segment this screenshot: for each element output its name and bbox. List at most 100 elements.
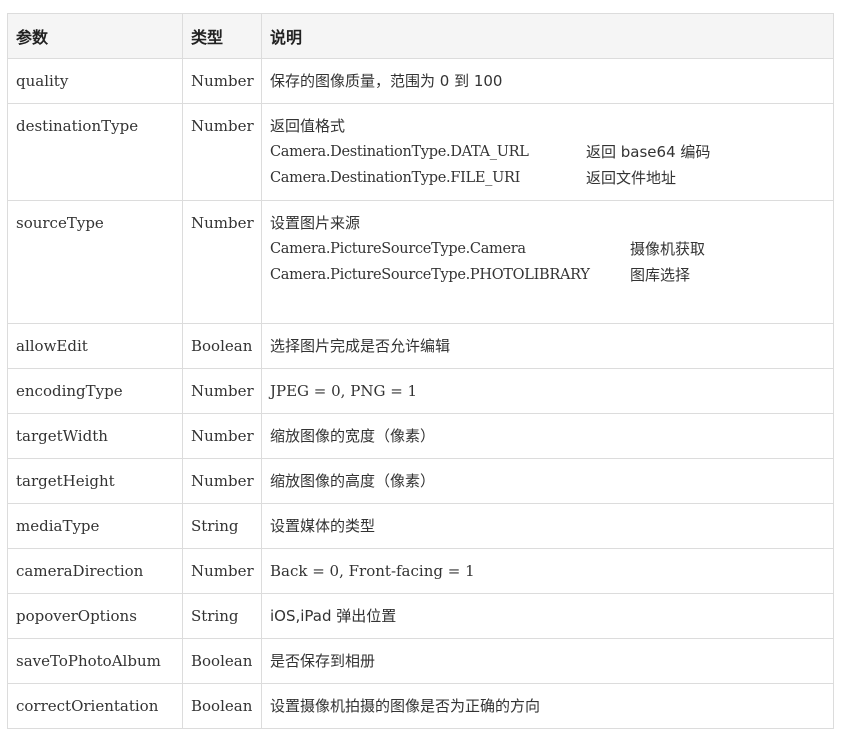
param-cell: allowEdit: [7, 323, 183, 369]
table-row: targetHeight Number 缩放图像的高度（像素）: [7, 458, 834, 504]
param-cell: destinationType: [7, 103, 183, 201]
param-name: destinationType: [16, 117, 139, 135]
option-text: 返回 base64 编码: [586, 143, 711, 161]
desc-cell: JPEG = 0, PNG = 1: [261, 368, 834, 414]
param-name: targetHeight: [16, 472, 115, 490]
param-cell: popoverOptions: [7, 593, 183, 639]
type-cell: Boolean: [182, 323, 262, 369]
option-line: Camera.PictureSourceType.PHOTOLIBRARY 图库…: [270, 262, 833, 288]
param-desc: 设置媒体的类型: [270, 517, 376, 535]
option-code: Camera.PictureSourceType.Camera: [270, 241, 526, 257]
type-cell: Boolean: [182, 683, 262, 729]
param-name: cameraDirection: [16, 562, 144, 580]
param-desc: 缩放图像的高度（像素）: [270, 472, 436, 490]
desc-cell: 保存的图像质量，范围为 0 到 100: [261, 58, 834, 104]
param-type: Number: [191, 117, 254, 135]
param-type: Number: [191, 427, 254, 445]
table-row: targetWidth Number 缩放图像的宽度（像素）: [7, 413, 834, 459]
param-cell: quality: [7, 58, 183, 104]
param-cell: saveToPhotoAlbum: [7, 638, 183, 684]
param-type: String: [191, 607, 239, 625]
param-name: saveToPhotoAlbum: [16, 652, 161, 670]
params-table: 参数 类型 说明 quality Number 保存的图像质量，范围为 0 到 …: [7, 13, 834, 729]
param-desc: 保存的图像质量，范围为 0 到 100: [270, 72, 503, 90]
param-type: Boolean: [191, 652, 253, 670]
param-name: popoverOptions: [16, 607, 137, 625]
table-row: popoverOptions String iOS,iPad 弹出位置: [7, 593, 834, 639]
desc-cell: iOS,iPad 弹出位置: [261, 593, 834, 639]
option-code: Camera.PictureSourceType.PHOTOLIBRARY: [270, 267, 590, 283]
type-cell: String: [182, 593, 262, 639]
param-desc: 选择图片完成是否允许编辑: [270, 337, 451, 355]
param-name: quality: [16, 72, 69, 90]
param-cell: encodingType: [7, 368, 183, 414]
header-param: 参数: [7, 13, 183, 59]
type-cell: Boolean: [182, 638, 262, 684]
param-cell: targetHeight: [7, 458, 183, 504]
option-code: Camera.DestinationType.FILE_URI: [270, 170, 521, 186]
type-cell: Number: [182, 548, 262, 594]
desc-cell: 选择图片完成是否允许编辑: [261, 323, 834, 369]
param-name: encodingType: [16, 382, 123, 400]
param-type: Number: [191, 214, 254, 232]
type-cell: Number: [182, 413, 262, 459]
type-cell: Number: [182, 368, 262, 414]
type-cell: Number: [182, 103, 262, 201]
param-desc: 设置摄像机拍摄的图像是否为正确的方向: [270, 697, 541, 715]
param-desc: 设置图片来源: [270, 214, 361, 232]
param-type: Number: [191, 562, 254, 580]
param-type: Number: [191, 472, 254, 490]
param-cell: mediaType: [7, 503, 183, 549]
desc-cell: 缩放图像的宽度（像素）: [261, 413, 834, 459]
type-cell: Number: [182, 58, 262, 104]
param-type: String: [191, 517, 239, 535]
param-cell: correctOrientation: [7, 683, 183, 729]
param-desc: Back = 0, Front-facing = 1: [270, 562, 475, 580]
type-cell: String: [182, 503, 262, 549]
param-type: Boolean: [191, 697, 253, 715]
table-row: encodingType Number JPEG = 0, PNG = 1: [7, 368, 834, 414]
param-cell: cameraDirection: [7, 548, 183, 594]
param-cell: sourceType: [7, 200, 183, 324]
option-code: Camera.DestinationType.DATA_URL: [270, 144, 529, 160]
header-desc: 说明: [261, 13, 834, 59]
table-row: allowEdit Boolean 选择图片完成是否允许编辑: [7, 323, 834, 369]
param-desc: 缩放图像的宽度（像素）: [270, 427, 436, 445]
desc-cell: 设置摄像机拍摄的图像是否为正确的方向: [261, 683, 834, 729]
option-text: 返回文件地址: [586, 169, 677, 187]
desc-cell: 缩放图像的高度（像素）: [261, 458, 834, 504]
option-line: Camera.DestinationType.FILE_URI 返回文件地址: [270, 165, 833, 191]
table-row: quality Number 保存的图像质量，范围为 0 到 100: [7, 58, 834, 104]
param-type: Number: [191, 382, 254, 400]
param-desc: iOS,iPad 弹出位置: [270, 607, 397, 625]
param-type: Number: [191, 72, 254, 90]
param-type: Boolean: [191, 337, 253, 355]
table-row: sourceType Number 设置图片来源 Camera.PictureS…: [7, 200, 834, 324]
param-cell: targetWidth: [7, 413, 183, 459]
option-text: 图库选择: [630, 266, 691, 284]
header-type: 类型: [182, 13, 262, 59]
table-row: cameraDirection Number Back = 0, Front-f…: [7, 548, 834, 594]
param-desc: JPEG = 0, PNG = 1: [270, 382, 418, 400]
param-name: targetWidth: [16, 427, 108, 445]
option-line: Camera.DestinationType.DATA_URL 返回 base6…: [270, 139, 833, 165]
param-name: correctOrientation: [16, 697, 159, 715]
table-row: destinationType Number 返回值格式 Camera.Dest…: [7, 103, 834, 201]
desc-cell: 是否保存到相册: [261, 638, 834, 684]
type-cell: Number: [182, 200, 262, 324]
desc-cell: 返回值格式 Camera.DestinationType.DATA_URL 返回…: [261, 103, 834, 201]
param-name: allowEdit: [16, 337, 88, 355]
table-row: correctOrientation Boolean 设置摄像机拍摄的图像是否为…: [7, 683, 834, 729]
param-desc: 是否保存到相册: [270, 652, 376, 670]
desc-cell: 设置媒体的类型: [261, 503, 834, 549]
table-header-row: 参数 类型 说明: [7, 13, 834, 59]
option-line: Camera.PictureSourceType.Camera 摄像机获取: [270, 236, 833, 262]
table-row: saveToPhotoAlbum Boolean 是否保存到相册: [7, 638, 834, 684]
table-row: mediaType String 设置媒体的类型: [7, 503, 834, 549]
param-name: sourceType: [16, 214, 104, 232]
type-cell: Number: [182, 458, 262, 504]
desc-cell: Back = 0, Front-facing = 1: [261, 548, 834, 594]
param-name: mediaType: [16, 517, 100, 535]
desc-cell: 设置图片来源 Camera.PictureSourceType.Camera 摄…: [261, 200, 834, 324]
option-text: 摄像机获取: [630, 240, 706, 258]
